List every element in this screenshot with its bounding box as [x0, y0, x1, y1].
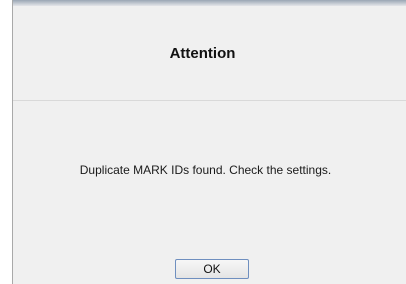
dialog-title: Attention	[169, 44, 236, 62]
dialog-header: Attention	[13, 6, 406, 101]
ok-button[interactable]: OK	[175, 259, 249, 279]
dialog-message: Duplicate MARK IDs found. Check the sett…	[79, 163, 332, 177]
alert-dialog: Attention Duplicate MARK IDs found. Chec…	[12, 0, 406, 284]
